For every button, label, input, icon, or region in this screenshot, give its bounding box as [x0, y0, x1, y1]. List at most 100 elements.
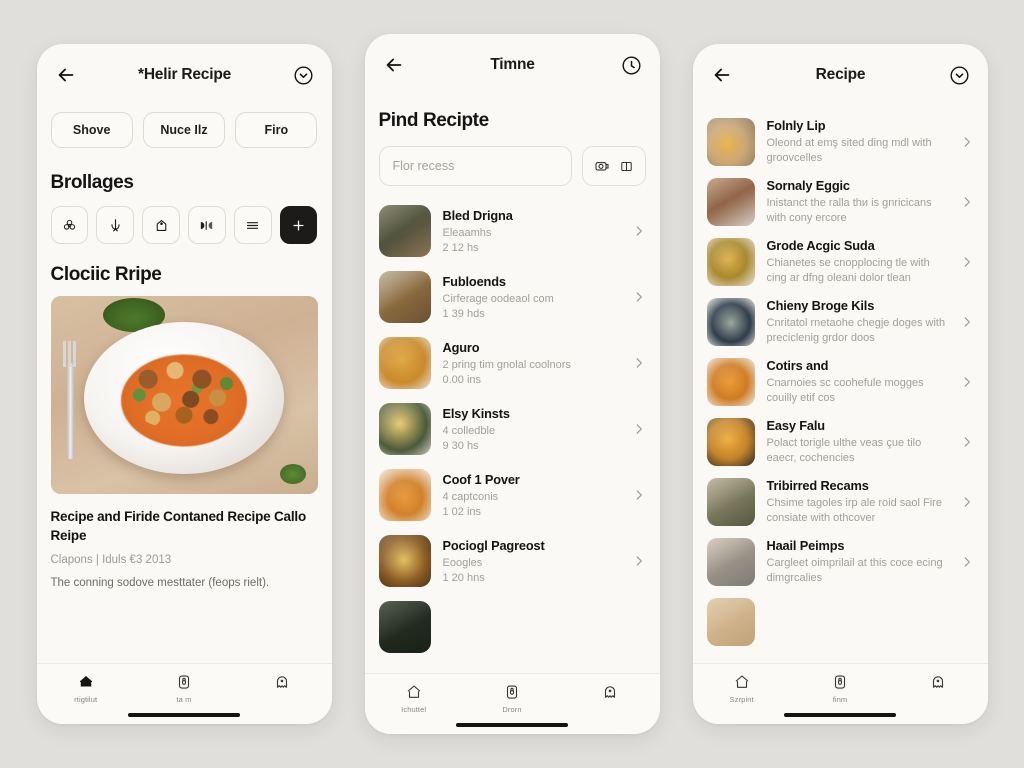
- nav-label: Szrpint: [729, 695, 754, 704]
- hero-food: [128, 357, 240, 430]
- appbar-panel1: *Helir Recipe: [37, 44, 332, 106]
- article-title: Recipe and Firide Contaned Recipe Callo …: [50, 509, 307, 543]
- nav-item-lock[interactable]: ta m: [135, 673, 233, 704]
- chevron-right-icon: [636, 490, 642, 500]
- item-subtitle: Cnarnoies sc coohefule mogges couilly et…: [766, 377, 924, 404]
- list-item[interactable]: Bled Drigna Eleaamhs 2 12 hs: [365, 198, 660, 264]
- back-arrow-icon[interactable]: [711, 64, 733, 86]
- tool-button-sprout[interactable]: [96, 206, 135, 244]
- ghost-icon: [933, 676, 944, 688]
- tool-button-menu[interactable]: [233, 206, 272, 244]
- filter-pill-nuce[interactable]: Nuce Ilz: [142, 112, 226, 148]
- page-title: Timne: [490, 56, 535, 73]
- list-item[interactable]: Grode Acgic Suda Chianetes se cnopplocin…: [693, 232, 988, 292]
- chevron-right-icon: [636, 226, 642, 236]
- phone-screen-search-list: Timne Pind Recipte Bled Drign: [364, 34, 660, 734]
- chevron-right-icon: [964, 377, 970, 387]
- item-text: Coof 1 Pover 4 captconis 1 02 ins: [443, 472, 620, 519]
- item-title: Grode Acgic Suda: [766, 238, 875, 254]
- list-item[interactable]: Folnly Lip Oleond at emş sited ding mdl …: [693, 112, 988, 172]
- list-item-partial[interactable]: [365, 594, 660, 660]
- article-meta: Clapons | Iduls €3 2013: [50, 554, 172, 567]
- list-item[interactable]: Haail Peimps Cargleet oimprilail at this…: [693, 532, 988, 592]
- item-duration: 0.00 ins: [442, 374, 482, 387]
- item-thumbnail: [378, 403, 431, 455]
- chevron-right-icon: [964, 317, 970, 327]
- chevron-right-icon: [636, 292, 642, 302]
- nav-label: Ichuttel: [401, 705, 427, 714]
- item-thumbnail: [378, 271, 431, 323]
- home-indicator[interactable]: [128, 712, 240, 717]
- list-item[interactable]: Pociogl Pagreost Eoogles 1 20 hns: [365, 528, 660, 594]
- list-item-partial[interactable]: [693, 592, 988, 652]
- nav-item-home[interactable]: rtigtilut: [37, 673, 135, 704]
- chevron-down-circle-icon[interactable]: [949, 65, 970, 86]
- item-title: Bled Drigna: [442, 207, 513, 223]
- item-thumbnail: [706, 538, 755, 586]
- item-text: Sornaly Eggic Inistanct the ralla thи is…: [767, 178, 948, 225]
- back-arrow-icon[interactable]: [383, 54, 405, 76]
- item-title: Folnly Lip: [766, 118, 826, 134]
- back-arrow-icon[interactable]: [55, 64, 77, 86]
- tool-button-tag[interactable]: [142, 206, 180, 244]
- list-item[interactable]: Easy Falu Polact torigle ulthe veas çue …: [693, 412, 988, 472]
- item-duration: 2 12 hs: [442, 242, 479, 255]
- item-thumbnail: [706, 358, 755, 406]
- home-icon: [79, 676, 92, 687]
- tool-button-flower[interactable]: [50, 206, 89, 244]
- item-duration: 9 30 hs: [442, 440, 479, 453]
- tool-button-ribbon[interactable]: [187, 206, 226, 244]
- item-thumbnail: [706, 418, 755, 466]
- nav-label: ta m: [176, 695, 192, 704]
- clock-circle-icon[interactable]: [621, 55, 642, 76]
- list-item[interactable]: Tribirred Recams Chsime tagoles irp ale …: [693, 472, 988, 532]
- list-item[interactable]: Fubloends Cirferage oodeaol com 1 39 hds: [365, 264, 660, 330]
- list-item[interactable]: Coof 1 Pover 4 captconis 1 02 ins: [365, 462, 660, 528]
- list-item[interactable]: Aguro 2 pring tim gnolal coolnors 0.00 i…: [365, 330, 660, 396]
- list-item[interactable]: Chieny Broge Kils Cnritatol rnetaohe che…: [693, 292, 988, 352]
- list-item[interactable]: Elsy Kinsts 4 colledble 9 30 hs: [365, 396, 660, 462]
- home-icon: [407, 685, 421, 698]
- pill-label: Shove: [72, 123, 111, 137]
- nav-item-home[interactable]: Szrpint: [693, 673, 791, 704]
- nav-item-lock[interactable]: finm: [791, 673, 889, 704]
- lock-icon: [506, 685, 518, 699]
- item-title: Haail Peimps: [766, 538, 845, 554]
- pill-label: Nuce Ilz: [160, 123, 208, 137]
- home-indicator[interactable]: [456, 722, 568, 727]
- nav-item-ghost[interactable]: [233, 673, 331, 704]
- item-thumbnail: [706, 238, 755, 286]
- chevron-right-icon: [964, 437, 970, 447]
- chevron-down-circle-icon[interactable]: [293, 65, 314, 86]
- home-icon: [735, 675, 749, 688]
- list-item[interactable]: Cotirs and Cnarnoies sc coohefule mogges…: [693, 352, 988, 412]
- item-title: Chieny Broge Kils: [766, 298, 875, 314]
- hero-section-heading: Clociic Rripe: [50, 264, 162, 285]
- item-subtitle: 2 pring tim gnolal coolnors: [442, 358, 571, 371]
- menu-lines-icon: [247, 221, 259, 229]
- item-thumbnail: [706, 598, 755, 646]
- item-duration: 1 39 hds: [442, 308, 485, 321]
- item-title: Coof 1 Pover: [442, 471, 520, 487]
- phone-screen-recipe-detail: *Helir Recipe Shove Nuce Ilz Firo Brolla…: [36, 44, 332, 724]
- columns-icon[interactable]: [619, 159, 634, 174]
- item-thumbnail: [378, 601, 431, 653]
- search-action-group[interactable]: [581, 146, 646, 186]
- home-indicator[interactable]: [784, 712, 896, 717]
- item-title: Elsy Kinsts: [442, 405, 510, 421]
- nav-item-home[interactable]: Ichuttel: [365, 683, 463, 714]
- nav-item-ghost[interactable]: [889, 673, 987, 704]
- nav-item-ghost[interactable]: [561, 683, 659, 714]
- bottom-nav-panel1: rtigtilut ta m: [36, 663, 332, 724]
- list-item[interactable]: Sornaly Eggic Inistanct the ralla thи is…: [693, 172, 988, 232]
- search-result-list: Bled Drigna Eleaamhs 2 12 hs Fubloends C…: [365, 186, 660, 673]
- filter-pill-shove[interactable]: Shove: [50, 112, 133, 148]
- bottom-nav-panel2: Ichuttel Drorn: [364, 673, 660, 734]
- filter-pill-firo[interactable]: Firo: [235, 112, 318, 148]
- pill-label: Firo: [264, 123, 289, 137]
- nav-item-lock[interactable]: Drorn: [463, 683, 561, 714]
- item-text: Cotirs and Cnarnoies sc coohefule mogges…: [767, 358, 948, 405]
- camera-icon[interactable]: [594, 158, 610, 174]
- search-input[interactable]: [378, 146, 572, 186]
- add-button[interactable]: [279, 206, 318, 244]
